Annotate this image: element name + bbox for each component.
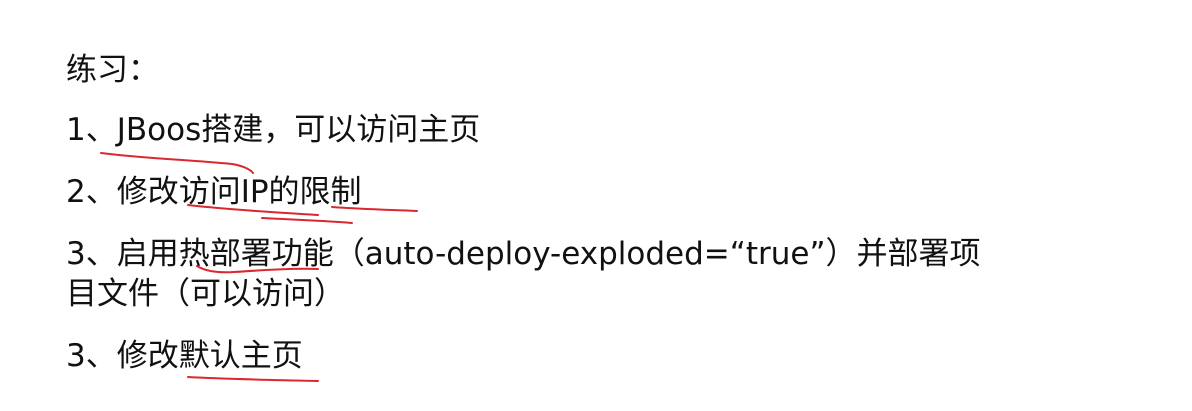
- document-page: 练习： 1、JBoos搭建，可以访问主页 2、修改访问IP的限制 3、启用热部署…: [0, 0, 1192, 411]
- task-item-3-line-2: 目文件（可以访问）: [66, 276, 345, 312]
- task-item-3-line-1: 3、启用热部署功能（auto-deploy-exploded=“true”）并部…: [66, 236, 981, 272]
- task-item-2: 2、修改访问IP的限制: [66, 174, 362, 210]
- underline-jboss-setup: [100, 152, 254, 174]
- underline-default-homepage: [187, 376, 319, 382]
- underline-access-ip-b: [261, 217, 353, 224]
- exercise-heading: 练习：: [66, 52, 159, 88]
- task-item-1: 1、JBoos搭建，可以访问主页: [66, 112, 481, 148]
- task-item-4: 3、修改默认主页: [66, 338, 303, 374]
